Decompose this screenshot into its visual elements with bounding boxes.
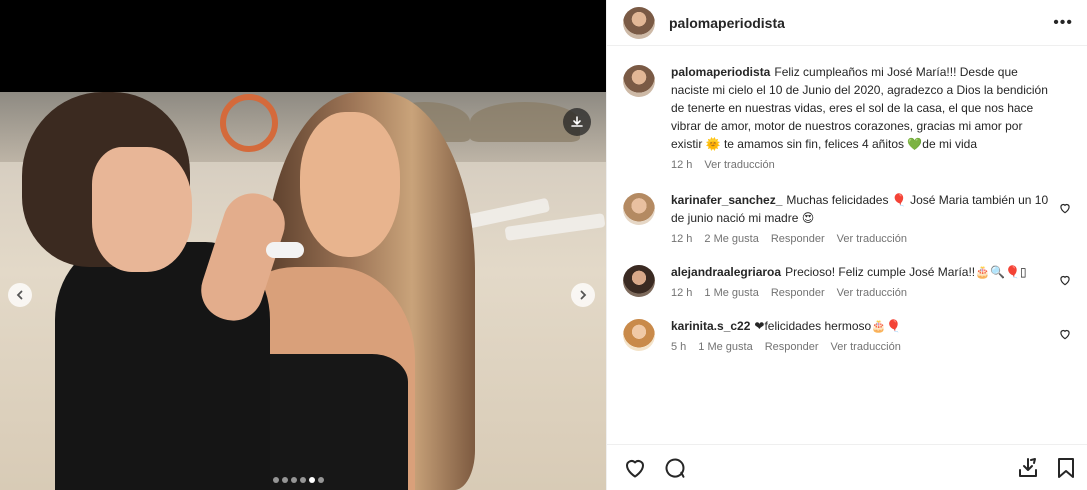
carousel-dot <box>309 477 315 483</box>
caption-text-block: palomaperiodista Feliz cumpleaños mi José… <box>671 63 1051 153</box>
avatar[interactable] <box>623 65 655 97</box>
share-button[interactable] <box>1016 456 1040 480</box>
comment-likes[interactable]: 2 Me gusta <box>704 233 758 245</box>
comment-text-block: karinita.s_c22 ❤felicidades hermoso🎂🎈 <box>671 317 1051 335</box>
comment-meta: 5 h 1 Me gusta Responder Ver traducción <box>671 341 1051 353</box>
comment-username[interactable]: karinafer_sanchez_ <box>671 193 782 207</box>
photo-detail <box>266 242 304 258</box>
comment-icon <box>665 458 685 478</box>
comment-username[interactable]: karinita.s_c22 <box>671 319 750 333</box>
heart-icon <box>626 459 644 477</box>
share-icon <box>1019 457 1037 477</box>
post-media <box>0 0 606 490</box>
reply-button[interactable]: Responder <box>765 341 819 353</box>
comment-meta: 12 h 1 Me gusta Responder Ver traducción <box>671 287 1051 299</box>
comments-list: palomaperiodista Feliz cumpleaños mi José… <box>607 47 1087 443</box>
caption-username[interactable]: palomaperiodista <box>671 65 770 79</box>
caption-time[interactable]: 12 h <box>671 159 692 171</box>
like-comment-heart-icon[interactable] <box>1058 201 1072 215</box>
list-item: alejandraalegriaroa Precioso! Feliz cumpl… <box>623 263 1074 299</box>
translate-link[interactable]: Ver traducción <box>837 233 907 245</box>
post-photo[interactable] <box>0 92 606 490</box>
translate-link[interactable]: Ver traducción <box>704 159 774 171</box>
translate-link[interactable]: Ver traducción <box>831 341 901 353</box>
comment-time[interactable]: 12 h <box>671 233 692 245</box>
reply-button[interactable]: Responder <box>771 233 825 245</box>
like-comment-heart-icon[interactable] <box>1058 273 1072 287</box>
comment-time[interactable]: 5 h <box>671 341 686 353</box>
translate-link[interactable]: Ver traducción <box>837 287 907 299</box>
post-actions-bar <box>607 444 1087 490</box>
comment-button[interactable] <box>663 456 687 480</box>
avatar[interactable] <box>623 319 655 351</box>
list-item: karinita.s_c22 ❤felicidades hermoso🎂🎈 5 h… <box>623 317 1074 353</box>
comment-meta: 12 h 2 Me gusta Responder Ver traducción <box>671 233 1051 245</box>
like-button[interactable] <box>623 456 647 480</box>
list-item: karinafer_sanchez_ Muchas felicidades 🎈 J… <box>623 191 1074 245</box>
avatar[interactable] <box>623 6 655 39</box>
carousel-dot <box>291 477 297 483</box>
instagram-post-view: palomaperiodista ••• palomaperiodista Fel… <box>0 0 1087 490</box>
carousel-dot <box>273 477 279 483</box>
post-details-panel: palomaperiodista ••• palomaperiodista Fel… <box>606 0 1087 490</box>
carousel-dot <box>318 477 324 483</box>
carousel-dot <box>300 477 306 483</box>
comment-username[interactable]: alejandraalegriaroa <box>671 265 781 279</box>
more-options-icon[interactable]: ••• <box>1053 14 1073 32</box>
avatar[interactable] <box>623 193 655 225</box>
avatar[interactable] <box>623 265 655 297</box>
photo-detail <box>300 112 400 257</box>
reply-button[interactable]: Responder <box>771 287 825 299</box>
comment-text-block: alejandraalegriaroa Precioso! Feliz cumpl… <box>671 263 1051 281</box>
carousel-dot <box>282 477 288 483</box>
caption-meta: 12 h Ver traducción <box>671 159 1051 171</box>
comment-text: ❤felicidades hermoso🎂🎈 <box>754 319 902 333</box>
comment-text-block: karinafer_sanchez_ Muchas felicidades 🎈 J… <box>671 191 1051 227</box>
post-caption: palomaperiodista Feliz cumpleaños mi José… <box>623 63 1074 171</box>
download-button[interactable] <box>563 108 591 136</box>
download-icon <box>571 116 583 127</box>
post-author-username[interactable]: palomaperiodista <box>669 15 785 31</box>
photo-detail <box>92 147 192 272</box>
chevron-right-icon <box>580 290 587 300</box>
comment-time[interactable]: 12 h <box>671 287 692 299</box>
comment-likes[interactable]: 1 Me gusta <box>698 341 752 353</box>
post-header: palomaperiodista ••• <box>607 0 1087 46</box>
bookmark-icon <box>1058 457 1074 478</box>
next-image-button[interactable] <box>571 283 595 307</box>
photo-detail <box>220 94 278 152</box>
like-comment-heart-icon[interactable] <box>1058 327 1072 341</box>
carousel-indicator <box>273 477 324 483</box>
comment-likes[interactable]: 1 Me gusta <box>704 287 758 299</box>
previous-image-button[interactable] <box>8 283 32 307</box>
comment-text: Precioso! Feliz cumple José María!!🎂🔍🎈▯ <box>785 265 1027 279</box>
chevron-left-icon <box>16 290 23 300</box>
save-button[interactable] <box>1054 456 1078 480</box>
